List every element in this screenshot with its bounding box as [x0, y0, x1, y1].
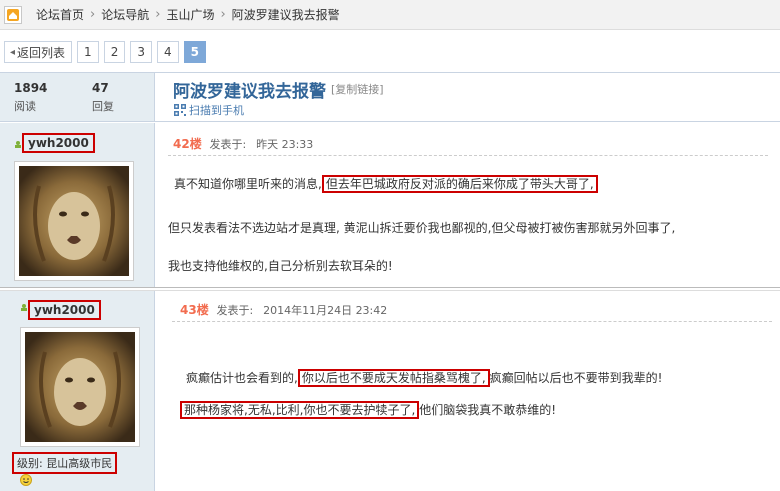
username-box[interactable]: ywh2000 — [22, 133, 95, 153]
floor-info: 43楼 发表于: 2014年11月24日 23:42 — [180, 301, 387, 318]
home-icon[interactable] — [4, 5, 22, 24]
post-text: 真不知道你哪里听来的消息, — [174, 177, 322, 191]
replies-label: 回复 — [92, 100, 114, 113]
breadcrumb-separator: › — [220, 7, 226, 22]
page-button-1[interactable]: 1 — [77, 41, 99, 63]
post-line: 但只发表看法不选边站才是真理, 黄泥山拆迁要价我也鄙视的,但父母被打被伤害那就另… — [168, 219, 675, 236]
avatar[interactable] — [14, 161, 134, 281]
post-time: 2014年11月24日 23:42 — [263, 304, 388, 317]
smiley-icon — [20, 474, 32, 486]
scan-to-mobile-link[interactable]: 扫描到手机 — [174, 102, 244, 118]
posted-label: 发表于: — [209, 138, 247, 151]
chevron-left-icon: ◂ — [10, 46, 16, 58]
username[interactable]: ywh2000 — [28, 136, 89, 150]
posted-label: 发表于: — [216, 304, 254, 317]
post-text: 疯癫回帖以后也不要带到我辈的! — [489, 371, 663, 385]
copy-link-button[interactable]: [复制链接] — [331, 81, 384, 97]
username[interactable]: ywh2000 — [34, 303, 95, 317]
replies-count: 47 — [92, 81, 109, 95]
breadcrumb-forum-home[interactable]: 论坛首页 — [36, 6, 84, 23]
breadcrumb-separator: › — [155, 7, 161, 22]
post-divider — [172, 321, 772, 322]
post-43: ywh2000 级别: 昆山高级市民 43楼 发表于: 2014年11月24日 … — [0, 291, 780, 491]
highlighted-text: 那种杨家将,无私,比利,你也不要去护犊子了, — [180, 401, 420, 419]
post-42: ywh2000 42楼 发表于: 昨天 23:33 真不知道你哪里听来的消息, 但… — [0, 123, 780, 287]
floor-info: 42楼 发表于: 昨天 23:33 — [173, 135, 313, 152]
post-time: 昨天 23:33 — [256, 138, 314, 151]
page-button-4[interactable]: 4 — [156, 41, 179, 63]
user-online-icon — [21, 304, 27, 311]
breadcrumb-separator: › — [90, 7, 96, 22]
post-line: 真不知道你哪里听来的消息, 但去年巴城政府反对派的确后来你成了带头大哥了, — [174, 175, 598, 193]
floor-number[interactable]: 42楼 — [173, 137, 202, 151]
page-button-3[interactable]: 3 — [130, 41, 152, 63]
thread-header: 1894 阅读 47 回复 阿波罗建议我去报警 [复制链接] 扫描到手机 — [0, 72, 780, 122]
page-button-current[interactable]: 5 — [183, 41, 206, 63]
breadcrumb-yushan-square[interactable]: 玉山广场 — [166, 6, 214, 23]
post-text: 疯癫估计也会看到的, — [186, 371, 298, 385]
replies-stat: 47 回复 — [92, 81, 114, 114]
qr-code-icon — [174, 104, 186, 116]
post-line: 疯癫估计也会看到的, 你以后也不要成天发帖指桑骂槐了, 疯癫回帖以后也不要带到我辈的… — [186, 369, 663, 387]
back-to-list-button[interactable]: ◂ 返回列表 — [4, 41, 73, 63]
lion-avatar-icon — [25, 332, 135, 442]
lion-avatar-icon — [19, 166, 129, 276]
floor-number[interactable]: 43楼 — [180, 303, 209, 317]
post-text: 但只发表看法不选边站才是真理, 黄泥山拆迁要价我也鄙视的,但父母被打被伤害那就另… — [168, 221, 676, 235]
views-stat: 1894 阅读 — [14, 81, 47, 114]
views-count: 1894 — [14, 81, 48, 95]
breadcrumb: 论坛首页 › 论坛导航 › 玉山广场 › 阿波罗建议我去报警 — [0, 0, 780, 30]
pager: ◂ 返回列表 1 2 3 4 5 — [4, 41, 206, 63]
breadcrumb-forum-nav[interactable]: 论坛导航 — [101, 6, 149, 23]
post-line: 我也支持他维权的,自己分析别去软耳朵的! — [168, 257, 393, 274]
post-text: 他们脑袋我真不敢恭维的! — [419, 403, 557, 417]
highlighted-text: 你以后也不要成天发帖指桑骂槐了, — [297, 369, 490, 387]
post-line: 那种杨家将,无私,比利,你也不要去护犊子了, 他们脑袋我真不敢恭维的! — [180, 401, 557, 419]
thread-stats: 1894 阅读 47 回复 — [0, 73, 155, 121]
user-level: 级别: 昆山高级市民 — [12, 452, 118, 474]
username-box[interactable]: ywh2000 — [28, 300, 101, 320]
breadcrumb-current-thread[interactable]: 阿波罗建议我去报警 — [232, 6, 340, 23]
avatar[interactable] — [20, 327, 140, 447]
views-label: 阅读 — [14, 100, 36, 113]
thread-title[interactable]: 阿波罗建议我去报警 — [173, 77, 326, 102]
post-divider — [168, 155, 768, 156]
back-to-list-label: 返回列表 — [17, 45, 66, 60]
highlighted-text: 但去年巴城政府反对派的确后来你成了带头大哥了, — [321, 175, 598, 193]
scan-to-mobile-label: 扫描到手机 — [189, 104, 244, 117]
page-button-2[interactable]: 2 — [103, 41, 126, 63]
post-text: 我也支持他维权的,自己分析别去软耳朵的! — [168, 259, 393, 273]
user-online-icon — [15, 141, 21, 148]
